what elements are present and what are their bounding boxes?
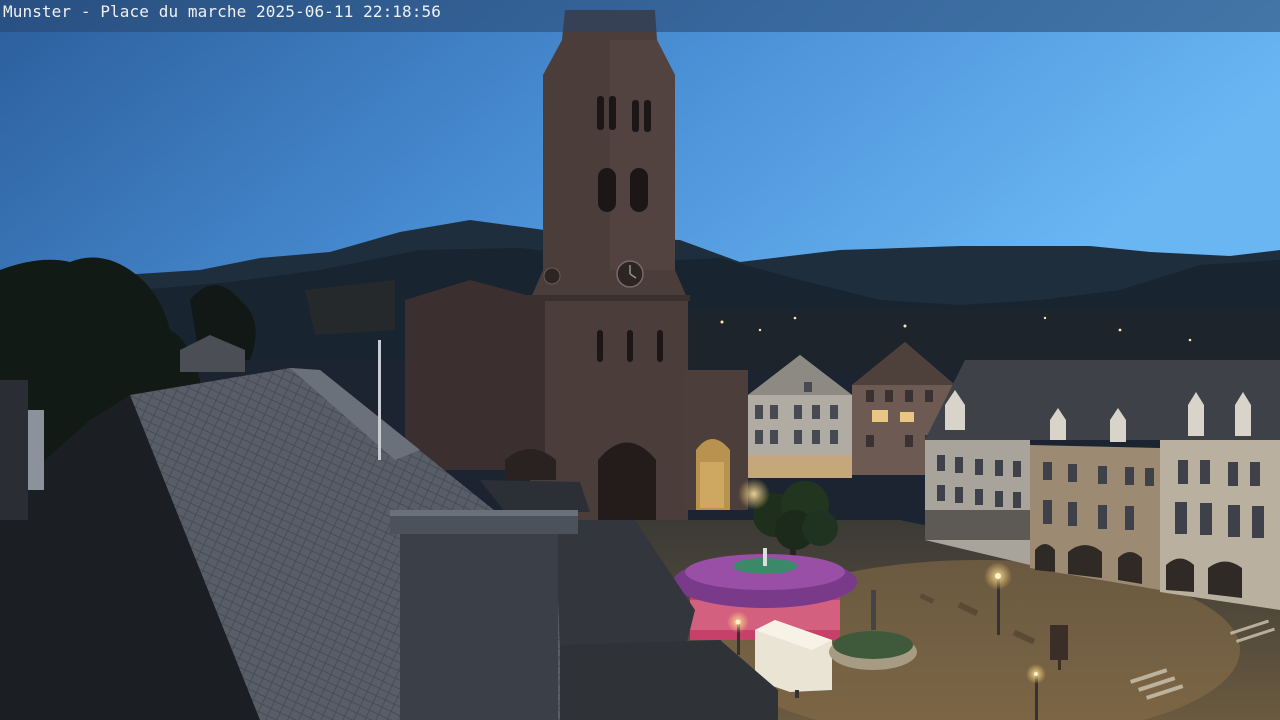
pole xyxy=(378,340,381,460)
church-portal xyxy=(598,442,656,520)
chimney xyxy=(390,510,578,720)
webcam-frame: Munster - Place du marche 2025-06-11 22:… xyxy=(0,0,1280,720)
caption-bar: Munster - Place du marche 2025-06-11 22:… xyxy=(0,0,1280,32)
building-white-gable xyxy=(748,355,852,478)
town-square-scene xyxy=(0,0,1280,720)
caption-text: Munster - Place du marche 2025-06-11 22:… xyxy=(3,2,441,21)
roof-right xyxy=(480,480,590,512)
